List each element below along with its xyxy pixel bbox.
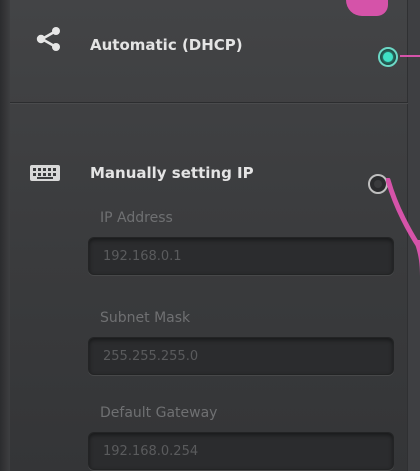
- subnet-mask-input[interactable]: [88, 337, 394, 375]
- ip-address-input[interactable]: [88, 237, 394, 275]
- default-gateway-label: Default Gateway: [100, 405, 218, 421]
- subnet-mask-label: Subnet Mask: [100, 310, 191, 326]
- share-network-icon: [36, 27, 60, 51]
- default-gateway-input[interactable]: [88, 432, 394, 470]
- dhcp-radio-button[interactable]: [378, 47, 398, 67]
- keyboard-icon: [30, 165, 60, 181]
- network-settings-panel: Automatic (DHCP) Manually setting IP IP …: [0, 0, 420, 471]
- radio-selected-dot: [383, 52, 393, 62]
- callout-line-dhcp: [400, 55, 420, 57]
- dhcp-option-row[interactable]: Automatic (DHCP): [10, 0, 408, 103]
- ip-address-label: IP Address: [100, 210, 173, 226]
- dhcp-option-label: Automatic (DHCP): [90, 36, 243, 54]
- radio-empty-dot: [374, 180, 382, 188]
- manual-ip-option-label: Manually setting IP: [90, 164, 254, 182]
- manual-ip-option-row[interactable]: Manually setting IP IP Address Subnet Ma…: [10, 140, 408, 471]
- panel-left-edge: [0, 0, 10, 471]
- callout-pointer-manual: [386, 178, 420, 276]
- manual-ip-radio-button[interactable]: [368, 174, 388, 194]
